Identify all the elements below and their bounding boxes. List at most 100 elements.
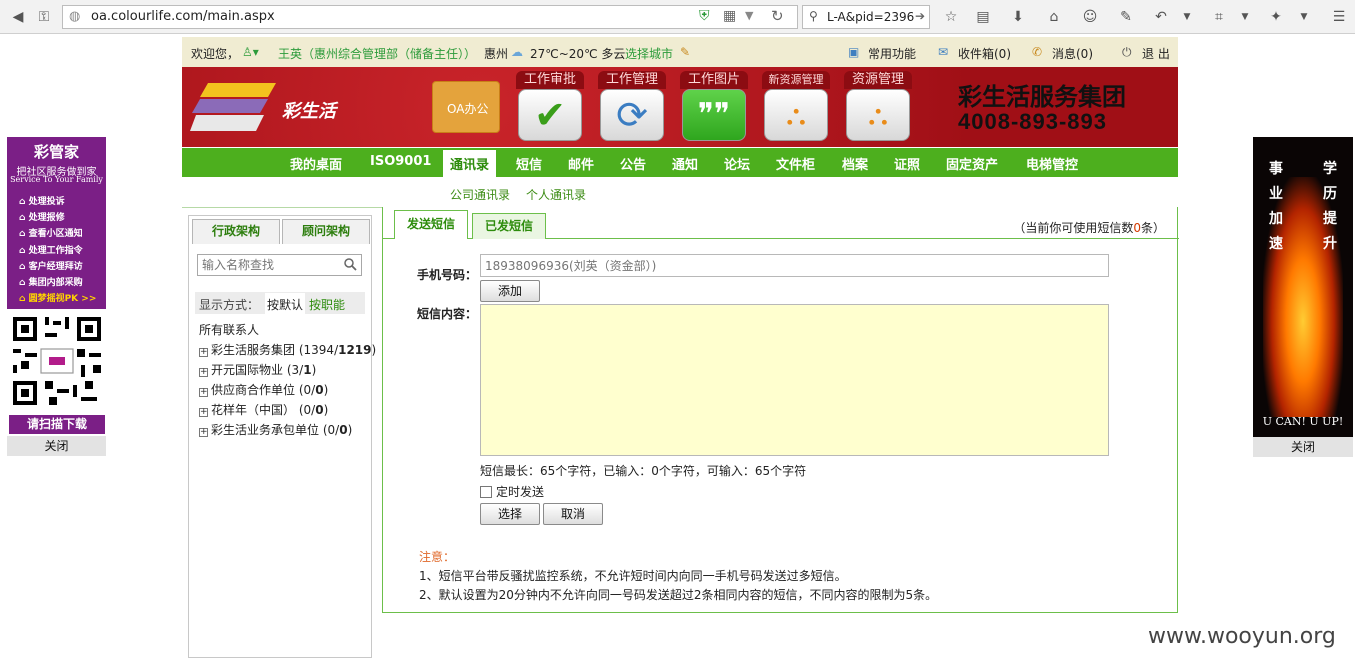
download-icon[interactable]: ⬇ bbox=[1007, 7, 1029, 27]
tile-work-management[interactable]: 工作管理 ⟳ bbox=[598, 71, 666, 143]
key-icon[interactable]: ⚿ bbox=[34, 7, 54, 27]
expand-icon[interactable]: + bbox=[199, 388, 208, 397]
expand-icon[interactable]: + bbox=[199, 428, 208, 437]
right-ad[interactable]: 事业加速 学历提升 U CAN! U UP! bbox=[1253, 137, 1353, 437]
nav-archive[interactable]: 档案 bbox=[842, 154, 868, 173]
city-name: 惠州 bbox=[484, 47, 509, 61]
left-ad[interactable]: 彩管家 把社区服务做到家 Service To Your Family ⌂ 处理… bbox=[7, 137, 106, 457]
ad-item[interactable]: ⌂ 查看小区通知 bbox=[19, 226, 83, 239]
nav-my-desktop[interactable]: 我的桌面 bbox=[290, 154, 342, 173]
reload-icon[interactable]: ↻ bbox=[771, 7, 784, 25]
close-left-ad-button[interactable]: 关闭 bbox=[7, 436, 106, 456]
qr-icon[interactable]: ▦ bbox=[723, 8, 736, 24]
add-button[interactable]: 添加 bbox=[480, 280, 540, 302]
chevron-down-icon[interactable]: ▼ bbox=[1238, 7, 1252, 27]
company-name: 彩生活服务集团 bbox=[958, 83, 1126, 111]
subnav-company-address-book[interactable]: 公司通讯录 bbox=[450, 186, 510, 203]
go-arrow-icon[interactable]: ➔ bbox=[915, 9, 925, 23]
sub-nav: 公司通讯录 个人通讯录 bbox=[182, 177, 1178, 208]
org-chart-icon: ⛬ bbox=[846, 89, 910, 141]
bookmark-star-icon[interactable]: ☆ bbox=[940, 7, 962, 27]
ad-item[interactable]: ⌂ 处理报修 bbox=[19, 210, 65, 223]
nav-address-book[interactable]: 通讯录 bbox=[443, 150, 497, 177]
nav-sms[interactable]: 短信 bbox=[516, 154, 542, 173]
tile-resource-management[interactable]: 资源管理 ⛬ bbox=[844, 71, 912, 143]
select-button[interactable]: 选择 bbox=[480, 503, 540, 525]
mode-default[interactable]: 按默认 bbox=[265, 293, 306, 316]
pencil-icon: ✎ bbox=[680, 45, 691, 59]
nav-notice[interactable]: 通知 bbox=[672, 154, 698, 173]
chevron-down-icon[interactable]: ▼ bbox=[745, 9, 753, 22]
nav-license[interactable]: 证照 bbox=[894, 154, 920, 173]
cancel-button[interactable]: 取消 bbox=[543, 503, 603, 525]
menu-icon[interactable]: ☰ bbox=[1328, 7, 1350, 27]
oa-folder[interactable]: OA办公 bbox=[432, 81, 500, 133]
home-icon[interactable]: ⌂ bbox=[1043, 7, 1065, 27]
ad-item[interactable]: ⌂ 圆梦摇视PK >> bbox=[19, 291, 96, 304]
undo-icon[interactable]: ↶ bbox=[1150, 7, 1172, 27]
tree-node[interactable]: + 花样年（中国） (0/0) bbox=[199, 401, 328, 418]
messages-link[interactable]: 消息(0) bbox=[1052, 45, 1093, 62]
refresh-icon: ⟳ bbox=[600, 89, 664, 141]
phone-number-input[interactable] bbox=[481, 255, 1101, 276]
nav-announcement[interactable]: 公告 bbox=[620, 154, 646, 173]
contact-search-input[interactable] bbox=[198, 255, 338, 275]
nav-elevator-control[interactable]: 电梯管控 bbox=[1026, 154, 1078, 173]
tree-node[interactable]: + 彩生活业务承包单位 (0/0) bbox=[199, 421, 352, 438]
extension-icon[interactable]: ✦ bbox=[1265, 7, 1287, 27]
timed-send-option[interactable]: 定时发送 bbox=[480, 483, 544, 500]
weather-text: 27℃~20℃ 多云 bbox=[530, 47, 626, 61]
main-nav: 我的桌面 ISO9001 通讯录 短信 邮件 公告 通知 论坛 文件柜 档案 证… bbox=[182, 148, 1178, 177]
contact-search-field[interactable] bbox=[197, 254, 362, 276]
nav-iso9001[interactable]: ISO9001 bbox=[370, 154, 431, 169]
common-functions-link[interactable]: 常用功能 bbox=[868, 45, 916, 62]
sms-content-input[interactable] bbox=[480, 304, 1109, 456]
ad-item[interactable]: ⌂ 客户经理拜访 bbox=[19, 259, 83, 272]
nav-mail[interactable]: 邮件 bbox=[568, 154, 594, 173]
all-contacts[interactable]: 所有联系人 bbox=[199, 321, 259, 338]
search-input[interactable]: ⚲ L-A&pid=2396 ➔ bbox=[802, 5, 930, 29]
tab-sent-sms[interactable]: 已发短信 bbox=[472, 213, 547, 239]
tile-work-approval[interactable]: 工作审批 ✔ bbox=[516, 71, 584, 143]
choose-city-link[interactable]: 选择城市 bbox=[625, 45, 673, 62]
chevron-down-icon[interactable]: ▼ bbox=[1180, 7, 1194, 27]
phone-number-field[interactable] bbox=[480, 254, 1109, 277]
user-name[interactable]: 王英（惠州综合管理部（储备主任）） bbox=[278, 45, 476, 62]
nav-fixed-assets[interactable]: 固定资产 bbox=[946, 154, 998, 173]
ad-item[interactable]: ⌂ 处理工作指令 bbox=[19, 243, 83, 256]
tile-work-pictures[interactable]: 工作图片 ❞❞ bbox=[680, 71, 748, 143]
tab-admin-structure[interactable]: 行政架构 bbox=[192, 219, 280, 244]
chevron-down-icon[interactable]: ▼ bbox=[1297, 7, 1311, 27]
tree-node[interactable]: + 开元国际物业 (3/1) bbox=[199, 361, 316, 378]
expand-icon[interactable]: + bbox=[199, 408, 208, 417]
tree-node[interactable]: + 供应商合作单位 (0/0) bbox=[199, 381, 328, 398]
url-text: oa.colourlife.com/main.aspx bbox=[91, 9, 275, 24]
nav-file-cabinet[interactable]: 文件柜 bbox=[776, 154, 815, 173]
tile-new-resource-management[interactable]: 新资源管理 ⛬ bbox=[762, 71, 830, 143]
back-icon[interactable]: ◀ bbox=[6, 7, 30, 27]
mode-position[interactable]: 按职能 bbox=[309, 296, 345, 313]
subnav-personal-address-book[interactable]: 个人通讯录 bbox=[526, 186, 586, 203]
chat-icon[interactable]: ☺ bbox=[1079, 7, 1101, 27]
logout-icon: ⏻ bbox=[1122, 45, 1132, 59]
search-icon[interactable] bbox=[343, 257, 357, 271]
close-right-ad-button[interactable]: 关闭 bbox=[1253, 437, 1353, 457]
inbox-link[interactable]: 收件箱(0) bbox=[958, 45, 1011, 62]
expand-icon[interactable]: + bbox=[199, 348, 208, 357]
timed-send-checkbox[interactable] bbox=[480, 486, 492, 498]
nav-forum[interactable]: 论坛 bbox=[724, 154, 750, 173]
logout-link[interactable]: 退 出 bbox=[1142, 45, 1170, 62]
tab-consultant-structure[interactable]: 顾问架构 bbox=[282, 219, 370, 244]
tab-send-sms[interactable]: 发送短信 bbox=[394, 210, 469, 239]
ad-item[interactable]: ⌂ 集团内部采购 bbox=[19, 275, 83, 288]
expand-icon[interactable]: + bbox=[199, 368, 208, 377]
welcome-text: 欢迎您， bbox=[191, 47, 240, 61]
tree-node[interactable]: + 彩生活服务集团 (1394/1219) bbox=[199, 341, 376, 358]
display-mode: 显示方式： 按默认 按职能 bbox=[195, 292, 365, 316]
comment-icon[interactable]: ✎ bbox=[1115, 7, 1137, 27]
ad-item[interactable]: ⌂ 处理投诉 bbox=[19, 194, 65, 207]
crop-icon[interactable]: ⌗ bbox=[1208, 7, 1230, 27]
reading-list-icon[interactable]: ▤ bbox=[972, 7, 994, 27]
address-bar[interactable]: ◍ oa.colourlife.com/main.aspx ⛨ ▦ ▼ ↻ bbox=[62, 5, 798, 29]
top-bar: 欢迎您， ♙▾ 王英（惠州综合管理部（储备主任）） 惠州 ☁ 27℃~20℃ 多… bbox=[182, 37, 1178, 67]
